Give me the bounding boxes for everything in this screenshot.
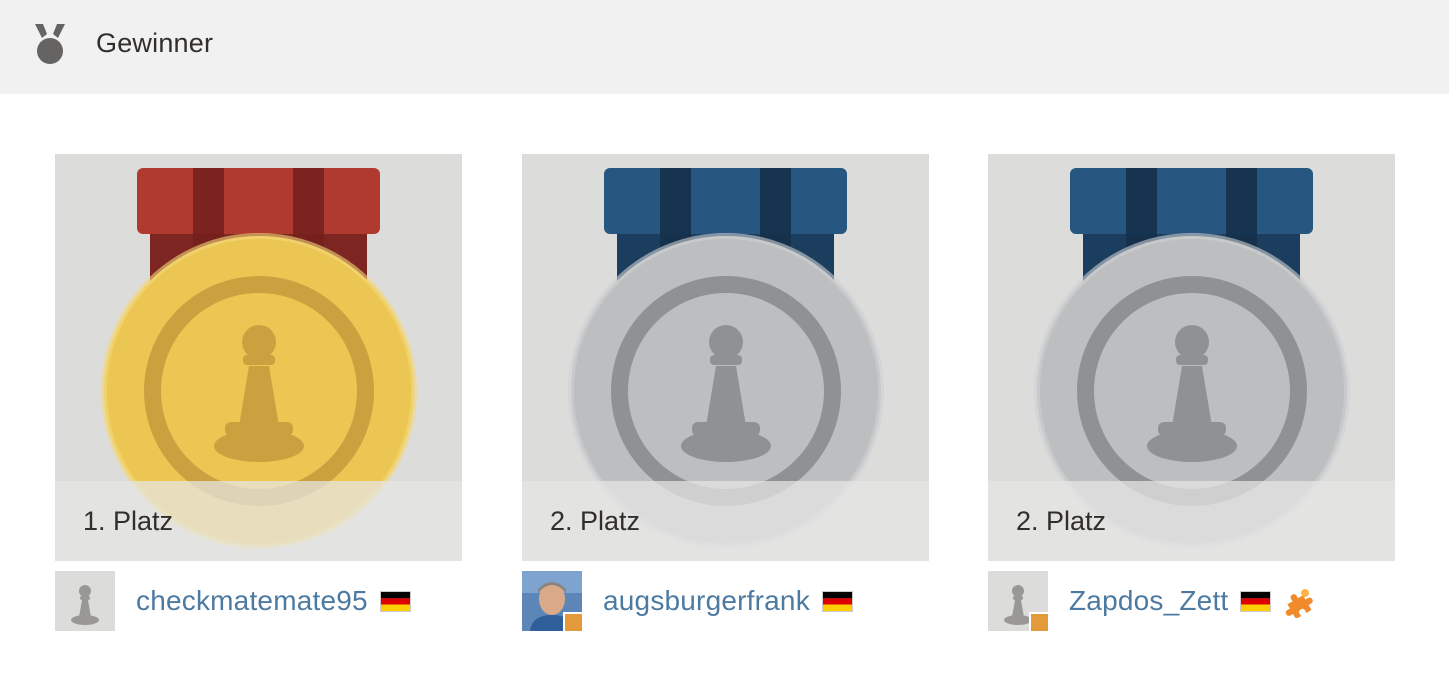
germany-flag-icon: [821, 590, 853, 612]
winner-card-2[interactable]: 2. Platz: [522, 154, 929, 561]
winner-card-3[interactable]: 2. Platz: [988, 154, 1395, 561]
place-label: 2. Platz: [550, 506, 641, 536]
username-link[interactable]: augsburgerfrank: [603, 585, 810, 617]
germany-flag-icon: [1240, 590, 1272, 612]
username-link[interactable]: Zapdos_Zett: [1069, 585, 1228, 617]
page-title: Gewinner: [96, 28, 214, 58]
avatar[interactable]: [55, 571, 115, 631]
puzzle-icon: [1286, 589, 1314, 618]
winner-row-2: augsburgerfrank: [522, 571, 853, 631]
username-link[interactable]: checkmatemate95: [136, 585, 368, 617]
online-status-icon: [563, 612, 582, 631]
pawn-avatar-icon: [55, 571, 115, 631]
winner-card-1[interactable]: 1. Platz: [55, 154, 462, 561]
winner-row-1: checkmatemate95: [55, 571, 411, 631]
avatar[interactable]: [522, 571, 582, 631]
winner-row-3: Zapdos_Zett: [988, 571, 1317, 631]
place-label: 1. Platz: [83, 506, 174, 536]
germany-flag-icon: [379, 590, 411, 612]
section-header: Gewinner: [0, 0, 1449, 94]
online-status-icon: [1029, 612, 1048, 631]
place-label: 2. Platz: [1016, 506, 1107, 536]
medal-icon: [35, 24, 65, 64]
avatar[interactable]: [988, 571, 1048, 631]
